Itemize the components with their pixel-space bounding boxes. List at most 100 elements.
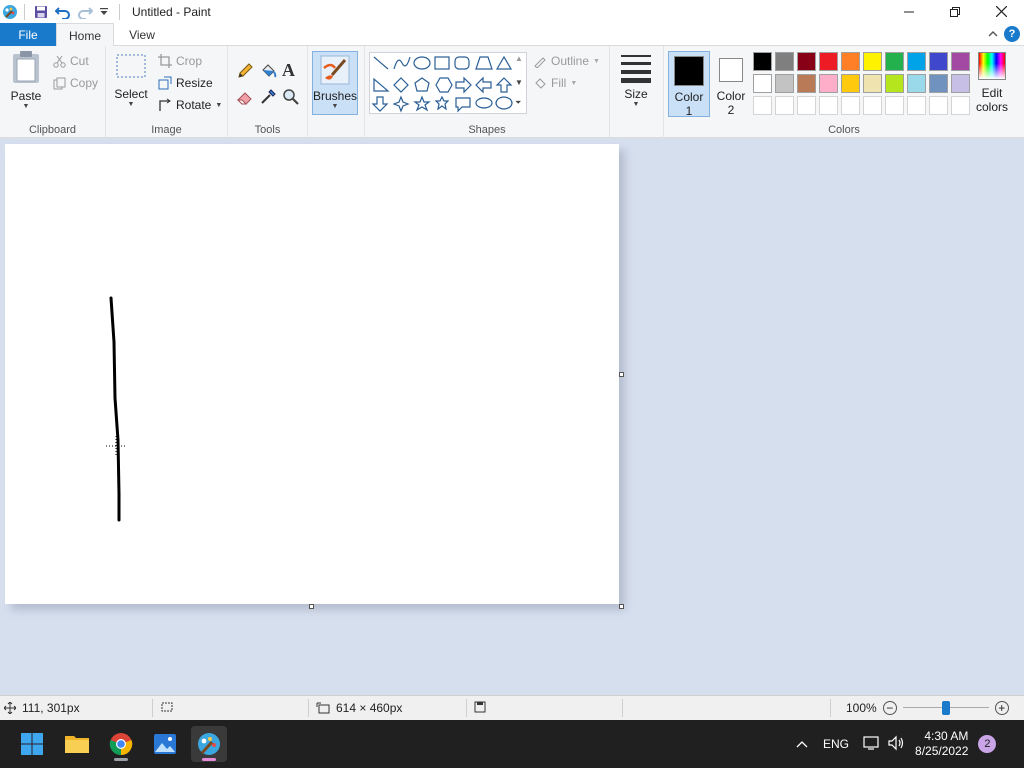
color-palette (753, 52, 973, 118)
custom-color-slot[interactable] (841, 96, 860, 115)
resize-icon (158, 76, 172, 90)
size-button[interactable]: Size ▼ (618, 52, 654, 108)
shapes-scroll-down-icon[interactable]: ▼ (515, 78, 523, 87)
maximize-button[interactable] (932, 0, 978, 23)
shapes-scroll-up-icon[interactable]: ▲ (515, 54, 523, 63)
clock[interactable]: 4:30 AM 8/25/2022 (915, 729, 968, 759)
select-rectangle-icon (116, 54, 146, 78)
palette-swatch[interactable] (841, 52, 860, 71)
custom-color-slot[interactable] (797, 96, 816, 115)
resize-handle-right[interactable] (619, 372, 624, 377)
custom-color-slot[interactable] (863, 96, 882, 115)
network-icon[interactable] (863, 735, 881, 754)
show-hidden-icons-icon[interactable] (792, 737, 812, 751)
paste-button[interactable]: Paste ▼ (6, 50, 46, 116)
shapes-gallery-icons (371, 55, 513, 113)
collapse-ribbon-icon[interactable] (988, 27, 998, 41)
zoom-in-button[interactable]: + (994, 701, 1009, 715)
palette-swatch[interactable] (951, 74, 970, 93)
custom-color-slot[interactable] (885, 96, 904, 115)
customize-quick-access-icon[interactable] (97, 2, 111, 22)
palette-swatch[interactable] (863, 52, 882, 71)
notification-badge[interactable]: 2 (978, 735, 997, 753)
tab-file[interactable]: File (0, 23, 56, 46)
photos-icon[interactable] (147, 726, 183, 762)
outline-button[interactable]: Outline ▼ (533, 54, 600, 68)
palette-swatch[interactable] (885, 74, 904, 93)
redo-icon[interactable] (75, 2, 95, 22)
text-tool-icon[interactable]: A (282, 60, 302, 80)
copy-label: Copy (70, 76, 99, 90)
palette-swatch[interactable] (951, 52, 970, 71)
copy-button[interactable]: Copy (53, 76, 98, 90)
palette-swatch[interactable] (753, 74, 772, 93)
brushes-button[interactable]: Brushes ▼ (312, 51, 358, 115)
custom-color-slot[interactable] (907, 96, 926, 115)
custom-color-slot[interactable] (775, 96, 794, 115)
help-icon[interactable]: ? (1004, 26, 1020, 42)
select-button[interactable]: Select ▼ (114, 52, 148, 108)
palette-swatch[interactable] (841, 74, 860, 93)
select-dropdown-icon: ▼ (127, 101, 135, 108)
zoom-out-button[interactable]: − (882, 701, 897, 715)
edit-colors-button[interactable]: Edit colors (972, 52, 1012, 114)
undo-icon[interactable] (53, 2, 73, 22)
pencil-icon[interactable] (236, 62, 254, 80)
cut-button[interactable]: Cut (53, 54, 89, 68)
qat-separator (24, 3, 25, 20)
paint-taskbar-icon[interactable] (191, 726, 227, 762)
color1-label: Color (674, 90, 704, 104)
resize-handle-corner[interactable] (619, 604, 624, 609)
palette-swatch[interactable] (907, 52, 926, 71)
close-button[interactable] (978, 0, 1024, 23)
zoom-thumb[interactable] (941, 701, 950, 715)
chrome-icon[interactable] (103, 726, 139, 762)
tab-home[interactable]: Home (56, 23, 114, 47)
palette-swatch[interactable] (819, 52, 838, 71)
palette-swatch[interactable] (775, 74, 794, 93)
palette-swatch[interactable] (775, 52, 794, 71)
fill-bucket-icon[interactable] (259, 62, 277, 80)
palette-swatch[interactable] (885, 52, 904, 71)
color1-button[interactable]: Color 1 (668, 51, 710, 118)
palette-swatch[interactable] (929, 52, 948, 71)
volume-icon[interactable] (887, 735, 905, 754)
resize-handle-bottom[interactable] (309, 604, 314, 609)
resize-button[interactable]: Resize (158, 76, 213, 90)
color1-swatch (674, 56, 704, 86)
palette-swatch[interactable] (907, 74, 926, 93)
drawing-canvas[interactable] (5, 144, 619, 604)
palette-swatch[interactable] (819, 74, 838, 93)
palette-swatch[interactable] (863, 74, 882, 93)
color2-button[interactable]: Color 2 (712, 51, 750, 117)
start-icon[interactable] (14, 726, 50, 762)
eraser-icon[interactable] (236, 88, 254, 106)
shapes-more-icon[interactable]: ⏷ (515, 98, 521, 108)
cursor-position: 111, 301px (4, 701, 80, 715)
paste-label: Paste (10, 89, 42, 103)
save-icon[interactable] (31, 2, 51, 22)
custom-color-slot[interactable] (819, 96, 838, 115)
magnifier-icon[interactable] (282, 88, 300, 106)
zoom-slider[interactable] (902, 701, 989, 715)
color-picker-icon[interactable] (259, 88, 277, 106)
crop-button[interactable]: Crop (158, 54, 202, 68)
rotate-button[interactable]: Rotate ▼ (158, 98, 222, 112)
fill-button[interactable]: Fill ▼ (533, 76, 577, 90)
tab-view[interactable]: View (114, 23, 170, 47)
language-indicator[interactable]: ENG (823, 737, 849, 751)
custom-color-slot[interactable] (951, 96, 970, 115)
file-explorer-icon[interactable] (59, 726, 95, 762)
status-separator-2 (308, 699, 309, 717)
qat-separator-2 (119, 3, 120, 20)
paste-icon (13, 51, 39, 83)
clock-time: 4:30 AM (924, 729, 969, 743)
minimize-button[interactable] (886, 0, 932, 23)
custom-color-slot[interactable] (929, 96, 948, 115)
palette-swatch[interactable] (753, 52, 772, 71)
palette-swatch[interactable] (797, 52, 816, 71)
custom-color-slot[interactable] (753, 96, 772, 115)
paint-app-icon[interactable] (2, 4, 18, 20)
palette-swatch[interactable] (929, 74, 948, 93)
palette-swatch[interactable] (797, 74, 816, 93)
